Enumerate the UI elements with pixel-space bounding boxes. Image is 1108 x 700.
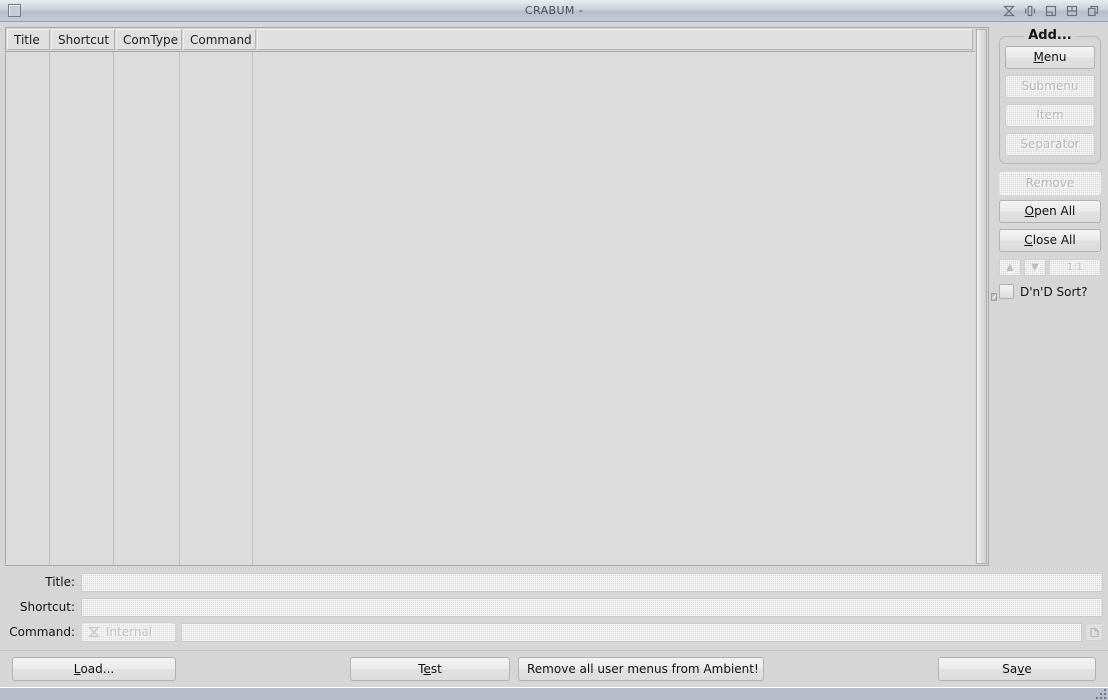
column-header-spacer[interactable]	[257, 29, 973, 50]
column-header-shortcut[interactable]: Shortcut	[51, 29, 115, 50]
command-field-label: Command:	[9, 625, 75, 639]
shade-icon[interactable]	[1002, 4, 1016, 18]
close-all-button[interactable]: Close All	[999, 229, 1101, 252]
scrollbar-thumb[interactable]	[976, 29, 987, 564]
detail-form: Title: Shortcut: Command: Internal	[0, 566, 1108, 646]
title-field-row: Title:	[5, 571, 1103, 593]
upper-area: Title Shortcut ComType Command Add... Me…	[0, 22, 1108, 566]
shortcut-input[interactable]	[81, 597, 1103, 617]
menu-tree-table[interactable]: Title Shortcut ComType Command	[5, 27, 975, 566]
window-controls	[1002, 4, 1104, 18]
add-group-title: Add...	[1024, 28, 1076, 43]
shortcut-field-label: Shortcut:	[19, 600, 75, 614]
save-button[interactable]: Save	[938, 657, 1096, 681]
command-type-value: Internal	[106, 625, 153, 639]
add-menu-button[interactable]: Menu	[1005, 46, 1095, 69]
remove-button[interactable]: Remove	[999, 172, 1101, 195]
column-divider	[49, 52, 50, 565]
right-panel: Add... Menu Submenu Item Separator Remov…	[999, 27, 1104, 566]
open-close-buttons: Open All Close All	[999, 200, 1101, 252]
window-menu-icon[interactable]	[8, 4, 21, 17]
command-type-combobox[interactable]: Internal	[81, 622, 176, 642]
table-header-row: Title Shortcut ComType Command	[6, 28, 975, 52]
iconify-icon[interactable]	[1023, 4, 1037, 18]
application-window: CRABUM - Title Shortcut ComType Command …	[0, 0, 1108, 700]
command-input[interactable]	[181, 622, 1082, 642]
column-divider	[179, 52, 180, 565]
column-header-command[interactable]: Command	[183, 29, 256, 50]
one-to-one-button[interactable]: 1:1	[1049, 259, 1101, 276]
file-browse-icon[interactable]	[1085, 623, 1103, 641]
title-bar[interactable]: CRABUM -	[0, 0, 1108, 22]
add-group-box: Add... Menu Submenu Item Separator	[999, 28, 1101, 164]
dnd-sort-label: D'n'D Sort?	[1020, 284, 1088, 299]
command-field-row: Command: Internal	[5, 621, 1103, 643]
table-vertical-scrollbar[interactable]	[975, 27, 989, 566]
stick-icon[interactable]	[1086, 4, 1100, 18]
title-field-label: Title:	[45, 575, 75, 589]
status-bar	[0, 687, 1108, 700]
bottom-button-bar: Load... Test Remove all user menus from …	[0, 650, 1108, 687]
panel-splitter[interactable]	[989, 27, 999, 566]
add-item-button[interactable]: Item	[1005, 104, 1095, 127]
remove-button-wrap: Remove	[999, 172, 1101, 195]
order-button-row: ▲ ▼ 1:1	[999, 259, 1101, 276]
splitter-grip-icon[interactable]	[991, 292, 997, 301]
title-input[interactable]	[81, 572, 1103, 592]
column-header-comtype[interactable]: ComType	[116, 29, 182, 50]
resize-grip-icon[interactable]	[1095, 688, 1106, 699]
load-button[interactable]: Load...	[12, 657, 176, 681]
dnd-sort-checkbox[interactable]	[999, 284, 1014, 299]
test-button[interactable]: Test	[350, 657, 510, 681]
add-separator-button[interactable]: Separator	[1005, 133, 1095, 156]
window-body: Title Shortcut ComType Command Add... Me…	[0, 22, 1108, 687]
move-up-button[interactable]: ▲	[999, 259, 1021, 276]
internal-command-icon	[87, 625, 101, 639]
open-all-button[interactable]: Open All	[999, 200, 1101, 223]
column-header-title[interactable]: Title	[7, 29, 50, 50]
window-title: CRABUM -	[524, 4, 584, 17]
remove-all-user-menus-button[interactable]: Remove all user menus from Ambient!	[518, 657, 764, 681]
dnd-sort-checkbox-row[interactable]: D'n'D Sort?	[999, 284, 1101, 299]
shortcut-field-row: Shortcut:	[5, 596, 1103, 618]
add-submenu-button[interactable]: Submenu	[1005, 75, 1095, 98]
maximize-icon[interactable]	[1044, 4, 1058, 18]
fill-icon[interactable]	[1065, 4, 1079, 18]
table-body[interactable]	[6, 52, 975, 565]
column-divider	[252, 52, 253, 565]
column-divider	[113, 52, 114, 565]
move-down-button[interactable]: ▼	[1024, 259, 1046, 276]
